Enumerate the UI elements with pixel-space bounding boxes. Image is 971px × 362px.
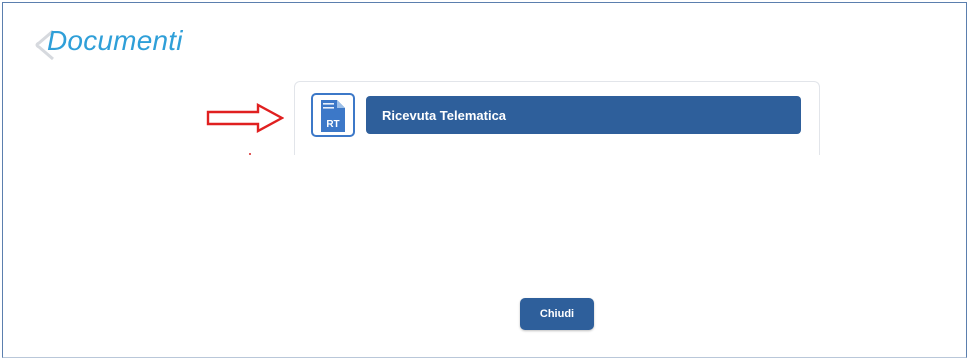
- documents-panel: RT Ricevuta Telematica: [294, 81, 820, 155]
- close-button-label: Chiudi: [539, 308, 575, 320]
- ricevuta-telematica-button[interactable]: Ricevuta Telematica: [366, 96, 801, 134]
- rt-document-icon-button[interactable]: RT: [311, 93, 355, 137]
- document-row: RT Ricevuta Telematica: [311, 93, 803, 137]
- red-outline-arrow-icon: [206, 103, 284, 133]
- page-title: Documenti: [47, 25, 183, 56]
- rt-icon-text: RT: [326, 119, 339, 130]
- document-label: Ricevuta Telematica: [382, 107, 507, 123]
- red-mark: [249, 153, 251, 155]
- documents-dialog: Documenti RT Ricevuta Telematica Chiudi: [2, 2, 967, 358]
- rt-document-icon: RT: [321, 100, 345, 132]
- close-button[interactable]: Chiudi: [520, 298, 594, 330]
